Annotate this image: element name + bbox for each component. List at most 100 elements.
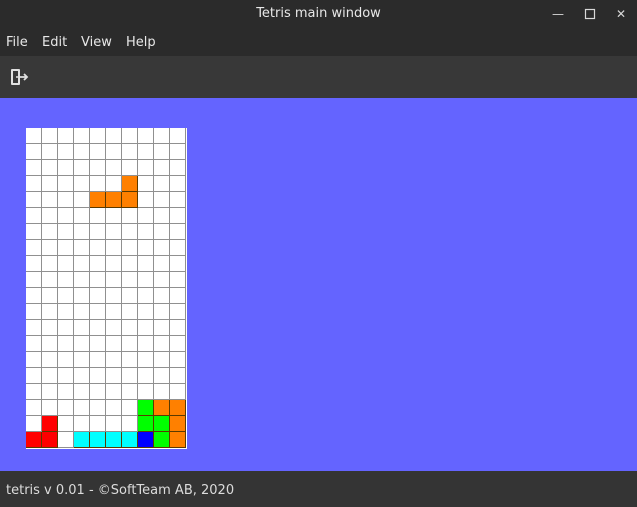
board-cell [106, 240, 122, 256]
board-cell [58, 272, 74, 288]
board-cell [90, 320, 106, 336]
board-cell [26, 144, 42, 160]
board-cell [90, 368, 106, 384]
board-cell [138, 352, 154, 368]
board-cell [58, 224, 74, 240]
board-cell [90, 256, 106, 272]
board-cell [138, 208, 154, 224]
status-text: tetris v 0.01 - ©SoftTeam AB, 2020 [6, 483, 235, 498]
board-cell [170, 128, 186, 144]
board-block [26, 432, 42, 448]
menu-edit[interactable]: Edit [42, 35, 67, 50]
board-cell [154, 128, 170, 144]
board-cell [170, 160, 186, 176]
board-cell [170, 336, 186, 352]
board-cell [106, 336, 122, 352]
board-cell [26, 176, 42, 192]
board-cell [122, 288, 138, 304]
board-cell [106, 160, 122, 176]
board-cell [154, 272, 170, 288]
board-cell [90, 416, 106, 432]
board-cell [154, 208, 170, 224]
board-cell [122, 400, 138, 416]
board-cell [26, 128, 42, 144]
board-cell [74, 176, 90, 192]
board-cell [74, 160, 90, 176]
board-cell [138, 336, 154, 352]
board-cell [122, 208, 138, 224]
board-cell [26, 240, 42, 256]
board-cell [138, 240, 154, 256]
board-cell [26, 368, 42, 384]
exit-icon[interactable] [8, 66, 30, 88]
board-cell [122, 144, 138, 160]
board-block [170, 432, 186, 448]
board-cell [138, 144, 154, 160]
board-block [154, 400, 170, 416]
board-cell [26, 272, 42, 288]
board-block [122, 176, 138, 192]
board-cell [122, 272, 138, 288]
board-cell [154, 336, 170, 352]
board-cell [170, 144, 186, 160]
board-cell [58, 144, 74, 160]
board-block [138, 400, 154, 416]
board-cell [154, 160, 170, 176]
board-cell [170, 304, 186, 320]
board-cell [106, 368, 122, 384]
board-cell [138, 368, 154, 384]
board-cell [170, 192, 186, 208]
menu-help[interactable]: Help [126, 35, 156, 50]
board-cell [26, 192, 42, 208]
board-cell [106, 384, 122, 400]
board-cell [90, 400, 106, 416]
board-cell [122, 336, 138, 352]
board-cell [122, 160, 138, 176]
board-cell [58, 128, 74, 144]
menu-view[interactable]: View [81, 35, 112, 50]
status-bar: tetris v 0.01 - ©SoftTeam AB, 2020 [0, 471, 637, 507]
board-cell [170, 320, 186, 336]
board-cell [154, 240, 170, 256]
board-cell [170, 384, 186, 400]
board-cell [90, 224, 106, 240]
board-block [106, 432, 122, 448]
board-cell [106, 224, 122, 240]
board-cell [122, 416, 138, 432]
board-cell [26, 400, 42, 416]
board-cell [90, 384, 106, 400]
board-cell [154, 224, 170, 240]
menu-file[interactable]: File [6, 35, 28, 50]
tetris-board[interactable] [26, 128, 187, 449]
board-cell [58, 352, 74, 368]
maximize-icon[interactable] [580, 4, 600, 24]
board-cell [42, 144, 58, 160]
board-cell [122, 368, 138, 384]
board-cell [74, 352, 90, 368]
board-cell [42, 192, 58, 208]
board-cell [122, 240, 138, 256]
menu-bar: File Edit View Help [0, 28, 637, 56]
board-cell [122, 256, 138, 272]
board-cell [122, 304, 138, 320]
board-cell [138, 176, 154, 192]
board-cell [58, 320, 74, 336]
board-cell [170, 368, 186, 384]
close-icon[interactable]: ✕ [611, 4, 631, 24]
board-cell [26, 384, 42, 400]
board-cell [74, 336, 90, 352]
board-cell [138, 256, 154, 272]
board-cell [90, 240, 106, 256]
board-cell [170, 352, 186, 368]
board-cell [42, 352, 58, 368]
board-cell [138, 224, 154, 240]
board-cell [90, 144, 106, 160]
board-cell [42, 288, 58, 304]
board-cell [138, 160, 154, 176]
board-cell [170, 224, 186, 240]
board-cell [106, 352, 122, 368]
minimize-icon[interactable]: — [548, 4, 568, 24]
board-cell [58, 368, 74, 384]
board-cell [154, 352, 170, 368]
board-cell [42, 320, 58, 336]
